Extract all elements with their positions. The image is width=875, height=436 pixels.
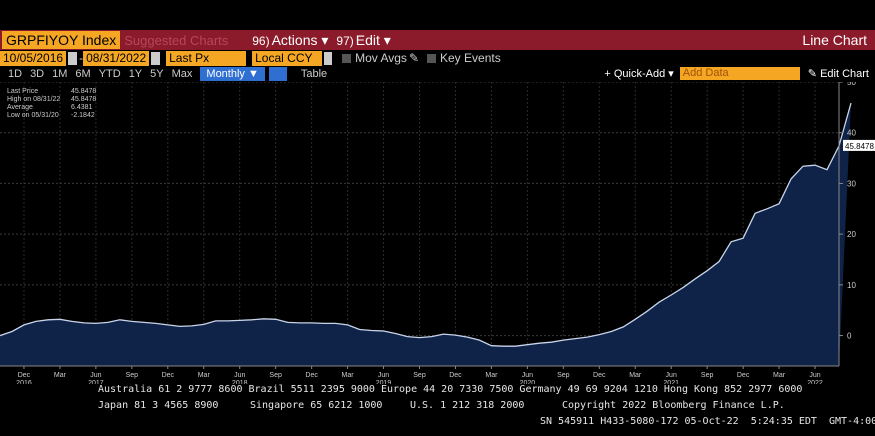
period-5y[interactable]: 5Y bbox=[150, 68, 163, 80]
period-max[interactable]: Max bbox=[172, 68, 193, 80]
pencil-icon[interactable]: ✎ bbox=[409, 51, 419, 65]
key-events-label: Key Events bbox=[440, 51, 501, 65]
edit-chart-button[interactable]: ✎ Edit Chart bbox=[808, 67, 869, 80]
title-bar: GRPFIYOY Index Suggested Charts 96) Actio… bbox=[0, 30, 875, 50]
period-3d[interactable]: 3D bbox=[30, 68, 44, 80]
actions-number: 96) bbox=[252, 33, 270, 48]
x-tick-label: Jun bbox=[666, 372, 677, 379]
x-tick-label: Mar bbox=[773, 372, 786, 379]
pencil-icon: ✎ bbox=[807, 68, 818, 80]
x-tick-label: Mar bbox=[342, 372, 355, 379]
x-year-label: 2016 bbox=[16, 380, 32, 384]
period-6m[interactable]: 6M bbox=[75, 68, 90, 80]
mov-avgs-label: Mov Avgs bbox=[355, 51, 407, 65]
legend-row-last: Last Price 45.8478 bbox=[7, 88, 97, 95]
x-tick-label: Sep bbox=[269, 372, 282, 379]
y-tick-label: 10 bbox=[847, 281, 856, 290]
calendar-icon[interactable] bbox=[68, 51, 78, 65]
footer-copyright: Copyright 2022 Bloomberg Finance L.P. bbox=[562, 400, 785, 411]
chart-legend: Last Price 45.8478 High on 08/31/22 45.847… bbox=[7, 88, 96, 120]
edit-menu[interactable]: 97) Edit ▾ bbox=[336, 32, 390, 49]
last-value-label: 45.8478 bbox=[845, 142, 874, 151]
y-tick-label: 0 bbox=[847, 332, 852, 341]
key-events-checkbox[interactable] bbox=[427, 53, 436, 63]
footer-line-1: Australia 61 2 9777 8600 Brazil 5511 239… bbox=[98, 384, 803, 395]
y-tick-label: 40 bbox=[847, 129, 856, 138]
period-1y[interactable]: 1Y bbox=[129, 68, 142, 80]
x-tick-label: Jun bbox=[809, 372, 820, 379]
calendar-icon[interactable] bbox=[151, 51, 161, 65]
footer-singapore: Singapore 65 6212 1000 bbox=[250, 400, 383, 411]
period-bar: 1D 3D 1M 6M YTD 1Y 5Y Max Monthly ▼ Tabl… bbox=[0, 66, 875, 81]
chevron-down-icon[interactable] bbox=[324, 51, 333, 65]
x-tick-label: Dec bbox=[162, 372, 175, 379]
actions-label: Actions bbox=[271, 31, 318, 48]
edit-chart-label: Edit Chart bbox=[820, 68, 869, 80]
x-tick-label: Dec bbox=[737, 372, 750, 379]
frequency-select[interactable]: Monthly ▼ bbox=[200, 66, 265, 81]
x-tick-label: Jun bbox=[378, 372, 389, 379]
quick-add-button[interactable]: + Quick-Add ▾ bbox=[604, 67, 673, 80]
edit-number: 97) bbox=[336, 33, 354, 48]
y-tick-label: 20 bbox=[847, 230, 856, 239]
legend-row-low: Low on 05/31/20 -2.1842 bbox=[7, 112, 95, 119]
x-tick-label: Mar bbox=[54, 372, 67, 379]
table-button[interactable]: Table bbox=[301, 68, 327, 80]
x-tick-label: Dec bbox=[449, 372, 462, 379]
ticker-field[interactable]: GRPFIYOY Index bbox=[2, 31, 121, 49]
x-tick-label: Mar bbox=[629, 372, 642, 379]
footer-japan: Japan 81 3 4565 8900 bbox=[98, 400, 219, 411]
x-tick-label: Mar bbox=[198, 372, 211, 379]
legend-row-high: High on 08/31/22 45.8478 bbox=[7, 96, 97, 103]
period-1m[interactable]: 1M bbox=[52, 68, 67, 80]
settings-bar: 10/05/2016 - 08/31/2022 Last Px Local CC… bbox=[0, 50, 875, 66]
x-tick-label: Dec bbox=[305, 372, 318, 379]
start-date-field[interactable]: 10/05/2016 bbox=[0, 50, 67, 66]
x-tick-label: Jun bbox=[90, 372, 101, 379]
add-data-input[interactable]: Add Data bbox=[679, 67, 800, 80]
edit-label: Edit bbox=[355, 31, 380, 48]
footer-session: SN 545911 H433-5080-172 05-Oct-22 5:24:3… bbox=[540, 416, 875, 427]
mov-avgs-checkbox[interactable] bbox=[342, 53, 352, 63]
y-tick-label: 30 bbox=[847, 179, 856, 188]
chevron-down-icon: ▾ bbox=[383, 31, 391, 48]
line-chart-icon[interactable] bbox=[268, 66, 287, 81]
x-tick-label: Sep bbox=[413, 372, 426, 379]
x-tick-label: Jun bbox=[234, 372, 245, 379]
chart-kind-title: Line Chart bbox=[802, 32, 867, 48]
x-tick-label: Sep bbox=[126, 372, 139, 379]
period-ytd[interactable]: YTD bbox=[99, 68, 121, 80]
chevron-down-icon: ▾ bbox=[321, 31, 329, 48]
line-chart[interactable]: 0102030405045.8478Dec2016Mar Jun2017Sep De… bbox=[0, 82, 875, 384]
x-tick-label: Dec bbox=[18, 372, 31, 379]
x-tick-label: Sep bbox=[557, 372, 570, 379]
legend-row-average: Average 6.4381 bbox=[7, 104, 93, 111]
currency-select[interactable]: Local CCY bbox=[252, 50, 323, 66]
x-tick-label: Sep bbox=[701, 372, 714, 379]
x-tick-label: Dec bbox=[593, 372, 606, 379]
price-field-select[interactable]: Last Px bbox=[166, 50, 247, 66]
footer-us: U.S. 1 212 318 2000 bbox=[410, 400, 525, 411]
actions-menu[interactable]: 96) Actions ▾ bbox=[252, 32, 328, 49]
y-tick-label: 50 bbox=[847, 82, 856, 87]
end-date-field[interactable]: 08/31/2022 bbox=[83, 50, 150, 66]
period-1d[interactable]: 1D bbox=[8, 68, 22, 80]
x-tick-label: Mar bbox=[485, 372, 498, 379]
suggested-charts-label[interactable]: Suggested Charts bbox=[124, 33, 244, 48]
x-tick-label: Jun bbox=[522, 372, 533, 379]
x-year-label: 2022 bbox=[807, 380, 823, 384]
